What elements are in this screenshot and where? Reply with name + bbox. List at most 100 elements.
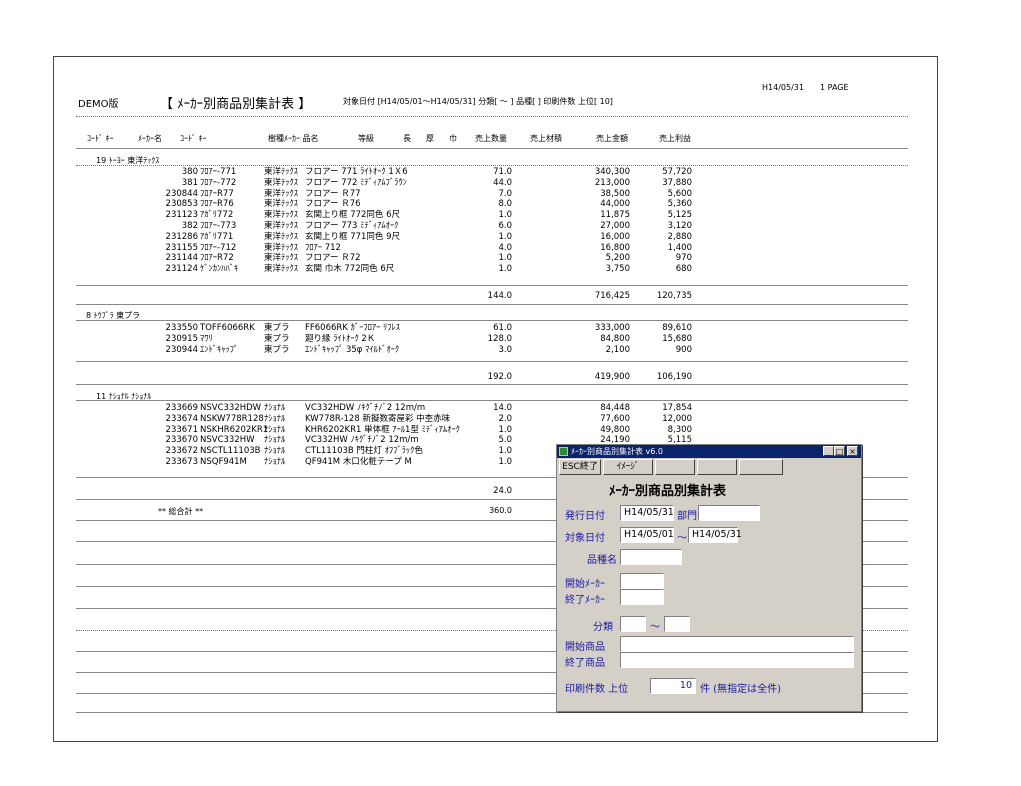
cell-profit: 89,610 (662, 323, 692, 333)
cell-name: NSCTL11103B (200, 446, 261, 457)
cell-profit: 15,680 (662, 333, 692, 344)
cell-code: 231124 (165, 264, 198, 275)
target-date-label: 対象日付 (565, 533, 605, 544)
start-product-label: 開始商品 (565, 642, 605, 653)
cell-code: 381 (181, 177, 198, 188)
demo-label: DEMO版 (78, 99, 119, 110)
range-tilde: ～ (677, 533, 687, 544)
start-maker-field[interactable] (620, 573, 664, 589)
issue-date-field[interactable]: H14/05/31 (620, 505, 674, 521)
cell-profit: 37,880 (662, 177, 692, 188)
class-to-field[interactable] (664, 616, 690, 632)
cell-qty: 5.0 (498, 435, 512, 446)
class-from-field[interactable] (620, 616, 646, 632)
target-date-to-field[interactable]: H14/05/31 (688, 527, 742, 543)
cell-amount: 44,000 (600, 199, 630, 210)
col-profit: 売上利益 (659, 134, 691, 143)
dialog-title: ﾒｰｶｰ別商品別集計表 v6.0 (571, 447, 663, 456)
start-product-field[interactable] (620, 636, 854, 652)
cell-desc: VC332HW ﾉｷｸﾞﾁﾉﾞ2 12m/m (305, 435, 419, 446)
cell-maker: ﾅｼｮﾅﾙ (264, 457, 286, 467)
cell-code: 233671 (165, 424, 198, 435)
rule (76, 400, 908, 401)
cell-code: 233670 (165, 435, 198, 446)
rule (76, 712, 908, 713)
print-count-field[interactable]: 10 (650, 678, 696, 694)
image-button[interactable]: ｲﾒｰｼﾞ (603, 459, 653, 475)
print-count-label: 印刷件数 上位 (565, 684, 629, 695)
cell-desc: QF941M 木口化粧テープ M (305, 457, 412, 467)
cell-desc: ﾌﾛｱｰ 712 (305, 242, 341, 253)
end-maker-field[interactable] (620, 589, 664, 605)
dialog-titlebar[interactable]: ﾒｰｶｰ別商品別集計表 v6.0 _ □ × (557, 445, 861, 458)
col-maker-name: ﾒｰｶｰ名 (138, 134, 162, 143)
cell-name: NSQF941M (200, 457, 247, 467)
print-date: H14/05/31 (762, 83, 804, 92)
subtotal-qty: 192.0 (487, 372, 512, 382)
end-product-field[interactable] (620, 652, 854, 668)
cell-desc: 廻り縁 ﾗｲﾄｵｰｸ 2Ｋ (305, 333, 376, 344)
cell-desc: 玄関上り框 771同色 9尺 (305, 231, 401, 242)
cell-profit: 3,120 (667, 221, 692, 231)
cell-amount: 16,800 (600, 242, 630, 253)
cell-code: 233674 (165, 413, 198, 424)
cell-name: NSVC332HDW (200, 403, 262, 413)
cell-amount: 84,448 (600, 403, 630, 413)
cell-desc: フロアー 771 ﾗｲﾄｵｰｸ 1Ｘ6 (305, 167, 408, 177)
cell-name: TOFF6066RK (200, 323, 255, 333)
col-thickness: 厚 (426, 134, 434, 143)
col-quantity: 売上数量 (475, 134, 507, 143)
kind-field[interactable] (620, 549, 682, 565)
kind-label: 品種名 (587, 555, 617, 566)
cell-maker: 東洋ﾃｯｸｽ (264, 242, 299, 253)
cell-name: NSKW778R128 (200, 413, 264, 424)
class-range-tilde: ～ (650, 622, 660, 633)
cell-profit: 12,000 (662, 413, 692, 424)
cell-desc: フロアー Ｒ77 (305, 188, 361, 199)
cell-desc: フロアー 772 ﾐﾃﾞｨｱﾑﾌﾞﾗｳﾝ (305, 177, 407, 188)
subtotal-profit: 106,190 (656, 372, 692, 382)
dept-field[interactable] (698, 505, 760, 521)
toolbar-button-empty[interactable] (697, 459, 737, 475)
grand-total-qty: 360.0 (489, 506, 512, 515)
cell-desc: フロアー 773 ﾐﾃﾞｨｱﾑｵｰｸ (305, 221, 399, 231)
cell-code: 230844 (165, 188, 198, 199)
cell-amount: 2,100 (605, 344, 630, 355)
start-maker-label: 開始ﾒｰｶｰ (565, 579, 605, 590)
cell-qty: 1.0 (498, 424, 512, 435)
cell-qty: 1.0 (498, 231, 512, 242)
rule (76, 304, 908, 305)
cell-maker: 東洋ﾃｯｸｽ (264, 188, 299, 199)
toolbar-button-empty[interactable] (739, 459, 783, 475)
cell-profit: 5,360 (667, 199, 692, 210)
cell-qty: 61.0 (493, 323, 512, 333)
minimize-button[interactable]: _ (823, 446, 834, 456)
col-length: 長 (403, 134, 411, 143)
rule (76, 384, 908, 385)
cell-code: 231123 (165, 210, 198, 221)
end-product-label: 終了商品 (565, 658, 605, 669)
exit-button[interactable]: ESC終了 (559, 459, 601, 475)
cell-profit: 5,125 (667, 210, 692, 221)
subtotal-qty: 24.0 (493, 486, 512, 496)
cell-desc: KHR6202KR1 単体框 ｱｰﾙ1型 ﾐﾃﾞｨｱﾑｵｰｸ (305, 424, 460, 435)
header-divider (76, 116, 908, 117)
cell-maker: 東プラ (264, 344, 290, 355)
close-button[interactable]: × (847, 446, 858, 456)
dept-label: 部門 (677, 511, 697, 522)
cell-profit: 680 (675, 264, 692, 275)
maximize-button[interactable]: □ (834, 446, 845, 456)
cell-amount: 49,800 (600, 424, 630, 435)
cell-maker: 東洋ﾃｯｸｽ (264, 253, 299, 264)
target-date-from-field[interactable]: H14/05/01 (620, 527, 674, 543)
cell-qty: 128.0 (487, 333, 512, 344)
cell-qty: 44.0 (493, 177, 512, 188)
toolbar-button-empty[interactable] (655, 459, 695, 475)
cell-code: 233673 (165, 457, 198, 467)
cell-qty: 1.0 (498, 210, 512, 221)
issue-date-label: 発行日付 (565, 511, 605, 522)
cell-name: ｱｶﾞﾘ771 (200, 231, 234, 242)
cell-qty: 71.0 (493, 167, 512, 177)
cell-name: ﾌﾛｱｰR76 (200, 199, 234, 210)
cell-maker: ﾅｼｮﾅﾙ (264, 424, 286, 435)
